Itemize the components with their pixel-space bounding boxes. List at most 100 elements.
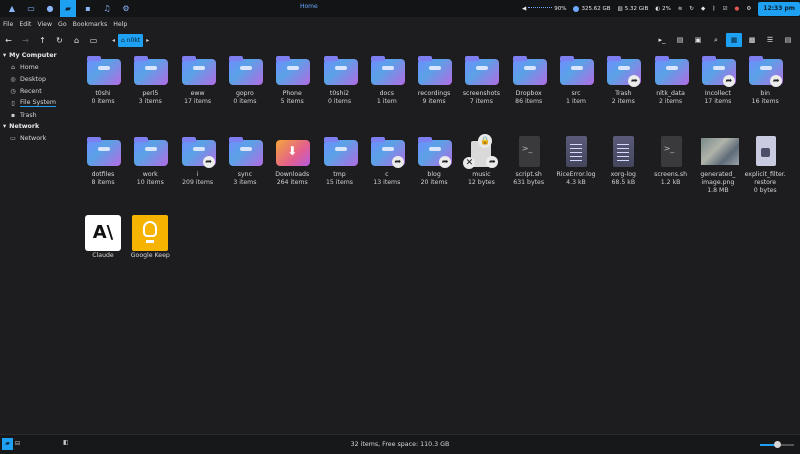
- file-item-blog[interactable]: ➦ blog 20 items: [410, 134, 458, 187]
- browser-icon[interactable]: ●: [43, 2, 57, 16]
- file-item-screens-sh[interactable]: >_ screens.sh 1.2 kB: [647, 134, 695, 187]
- terminal-icon[interactable]: ▭: [24, 2, 38, 16]
- menu-go[interactable]: Go: [58, 21, 67, 28]
- file-item-perl5[interactable]: perl5 3 items: [126, 53, 174, 106]
- clock[interactable]: 12:33 pm: [758, 1, 800, 16]
- sidebar-item-recent[interactable]: ◷ Recent: [0, 85, 80, 97]
- open-terminal-icon[interactable]: ▸_: [654, 33, 670, 47]
- new-folder-icon[interactable]: ▣: [690, 33, 706, 47]
- sidebar-item-desktop[interactable]: ◎ Desktop: [0, 73, 80, 85]
- menu-bar: File Edit View Go Bookmarks Help: [0, 17, 127, 31]
- icon-view-icon[interactable]: ▦: [726, 33, 742, 47]
- files-icon[interactable]: ▰: [60, 0, 76, 17]
- up-arrow-icon[interactable]: ↑: [34, 32, 51, 49]
- tray-app-icon[interactable]: ●: [735, 6, 740, 12]
- script-file-icon: >_: [653, 134, 689, 170]
- zoom-slider[interactable]: [760, 441, 794, 448]
- settings-icon[interactable]: ⚙: [746, 6, 751, 12]
- chat-icon[interactable]: ▪: [81, 2, 95, 16]
- compact-view-icon[interactable]: ▤: [780, 33, 796, 47]
- menu-bookmarks[interactable]: Bookmarks: [73, 21, 108, 28]
- file-item-docs[interactable]: docs 1 item: [363, 53, 411, 106]
- file-item-nltk-data[interactable]: nltk_data 2 items: [647, 53, 695, 106]
- folder-icon: [416, 53, 453, 89]
- file-item-google-keep[interactable]: Google Keep: [126, 215, 174, 260]
- new-file-icon[interactable]: ▤: [672, 33, 688, 47]
- list-view-icon[interactable]: ☰: [762, 33, 778, 47]
- file-item-dotfiles[interactable]: dotfiles 8 items: [79, 134, 127, 187]
- launcher-icon[interactable]: ▲: [5, 2, 19, 16]
- file-item-eww[interactable]: eww 17 items: [174, 53, 222, 106]
- sidebar-item-trash[interactable]: ▪ Trash: [0, 109, 80, 121]
- breadcrumb-right-icon[interactable]: ▸: [146, 37, 149, 44]
- file-meta: 10 items: [136, 179, 164, 186]
- wifi-icon[interactable]: ≋: [678, 6, 683, 12]
- computer-icon[interactable]: ▭: [85, 32, 102, 49]
- file-item-src[interactable]: src 1 item: [552, 53, 600, 106]
- file-item-explicit-filter-restore[interactable]: explicit_filter. restore 0 bytes: [741, 134, 789, 195]
- file-name: c: [385, 171, 389, 178]
- file-item-music[interactable]: 🔒 ✕ ➦ music 12 bytes: [457, 134, 505, 187]
- disk-indicator[interactable]: 325.62 GB: [573, 5, 611, 12]
- menu-view[interactable]: View: [37, 21, 52, 28]
- check-icon[interactable]: ☑: [723, 6, 728, 12]
- folder-icon: [558, 53, 594, 89]
- sidebar-item-home[interactable]: ⌂ Home: [0, 61, 80, 73]
- editor-icon[interactable]: ⚙: [119, 2, 133, 16]
- file-item-sync[interactable]: sync 3 items: [221, 134, 269, 187]
- file-item-incollect[interactable]: ➦ Incollect 17 items: [694, 53, 742, 106]
- file-item-xorg-log[interactable]: xorg-log 68.5 kB: [599, 134, 647, 187]
- sidebar-section-my-computer[interactable]: ▾ My Computer: [0, 50, 80, 61]
- ram-indicator[interactable]: ▥ 5.32 GiB: [618, 6, 649, 12]
- breadcrumb-left-icon[interactable]: ◂: [112, 37, 115, 44]
- reload-icon[interactable]: ↻: [51, 32, 68, 49]
- menu-file[interactable]: File: [3, 21, 13, 28]
- file-item-gopro[interactable]: gopro 0 items: [221, 53, 269, 106]
- file-meta: 3 items: [138, 98, 162, 105]
- volume-indicator[interactable]: ◀ 90%: [522, 6, 566, 12]
- bluetooth-icon[interactable]: ᛒ: [712, 6, 715, 12]
- breadcrumb-current[interactable]: ⌂ n0kt: [118, 34, 144, 47]
- status-bar: ▰ ⊟ ◧ 32 items, Free space: 110.3 GB: [0, 434, 800, 454]
- folder-icon: ➦: [180, 134, 216, 170]
- file-item-script-sh[interactable]: >_ script.sh 631 bytes: [505, 134, 553, 187]
- dropbox-icon[interactable]: ◆: [701, 6, 705, 12]
- grid-view-icon[interactable]: ▩: [744, 33, 760, 47]
- file-item-generated-image-png[interactable]: generated_ image.png 1.8 MB: [694, 134, 742, 195]
- music-icon[interactable]: ♫: [100, 2, 114, 16]
- file-meta: 3 items: [233, 179, 257, 186]
- file-manager-window: ▲ ▭ ● ▰ ▪ ♫ ⚙ Home ◀ 90% 325.62 GB ▥ 5.3…: [0, 0, 800, 454]
- file-item-phone[interactable]: Phone 5 items: [268, 53, 316, 106]
- home-icon[interactable]: ⌂: [68, 32, 85, 49]
- back-arrow-icon[interactable]: ←: [0, 32, 17, 49]
- file-item-trash[interactable]: ➦ Trash 2 items: [599, 53, 647, 106]
- file-item-c[interactable]: ➦ c 13 items: [363, 134, 411, 187]
- file-item-claude[interactable]: A\ Claude: [79, 215, 127, 260]
- sidebar-section-network[interactable]: ▾ Network: [0, 121, 80, 132]
- sidebar-item-file-system[interactable]: ▯ File System: [0, 97, 80, 109]
- broken-x-icon: ✕: [463, 157, 476, 169]
- file-item-recordings[interactable]: recordings 9 items: [410, 53, 458, 106]
- sidebar-item-network[interactable]: ▭ Network: [0, 132, 80, 144]
- file-item-bin[interactable]: ➦ bin 16 items: [741, 53, 789, 106]
- file-item-t0shi2[interactable]: t0shi2 0 items: [316, 53, 364, 106]
- menu-help[interactable]: Help: [113, 21, 127, 28]
- cpu-icon: ◐: [655, 5, 661, 12]
- file-item-dropbox[interactable]: Dropbox 86 items: [505, 53, 553, 106]
- file-name: gopro: [235, 90, 254, 97]
- menu-edit[interactable]: Edit: [19, 21, 31, 28]
- file-item-riceerror-log[interactable]: RiceError.log 4.3 kB: [552, 134, 600, 187]
- refresh-icon[interactable]: ↻: [689, 6, 694, 12]
- cpu-indicator[interactable]: ◐ 2%: [655, 6, 671, 12]
- file-item-screenshots[interactable]: screenshots 7 items: [457, 53, 505, 106]
- file-item-i[interactable]: ➦ i 209 items: [174, 134, 222, 187]
- forward-arrow-icon[interactable]: →: [17, 32, 34, 49]
- file-item-t0shi[interactable]: t0shi 0 items: [79, 53, 127, 106]
- file-item-downloads[interactable]: ⬇ Downloads 264 items: [268, 134, 316, 187]
- file-item-tmp[interactable]: tmp 15 items: [316, 134, 364, 187]
- section-title: Network: [9, 123, 40, 130]
- file-meta: 13 items: [373, 179, 401, 186]
- search-icon[interactable]: ⌕: [708, 33, 724, 47]
- file-name: Dropbox: [515, 90, 542, 97]
- file-item-work[interactable]: work 10 items: [126, 134, 174, 187]
